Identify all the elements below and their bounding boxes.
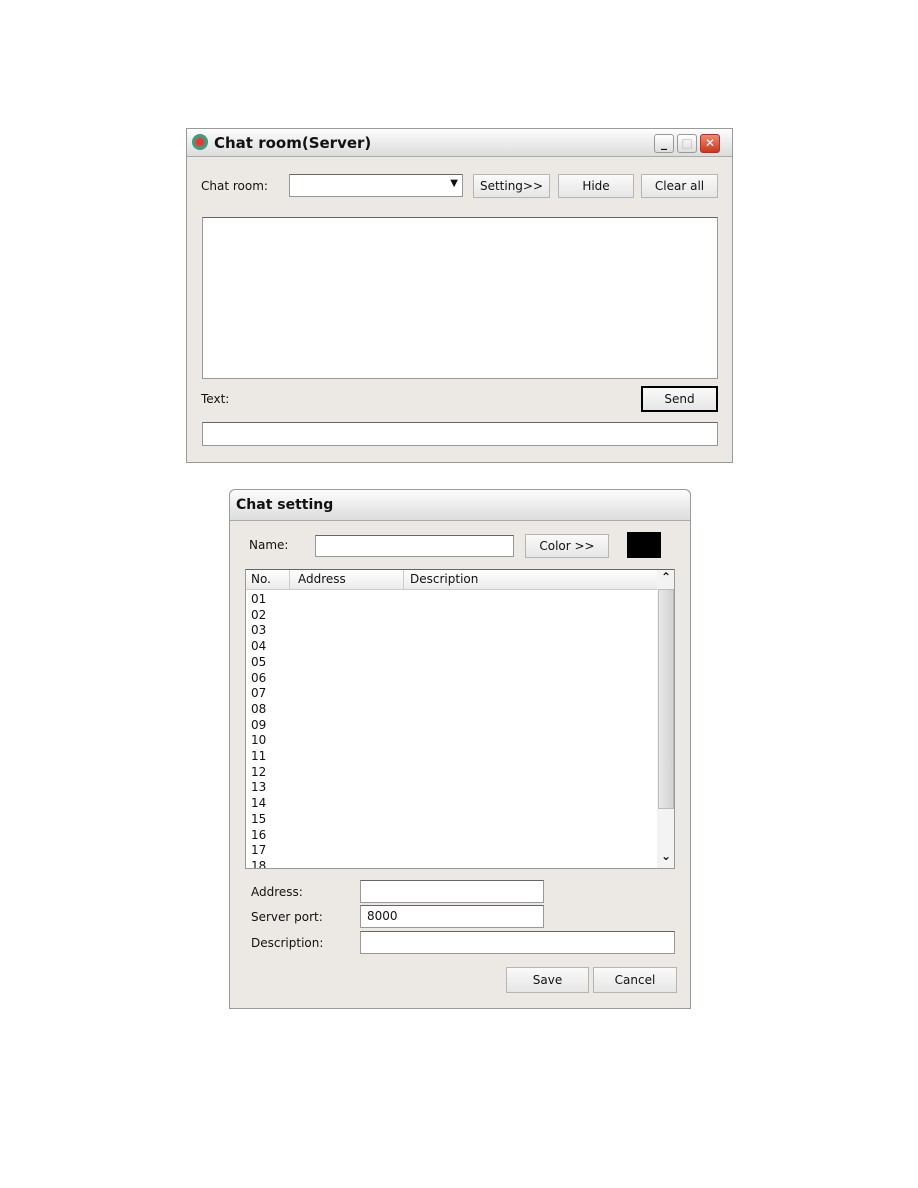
cancel-button[interactable]: Cancel xyxy=(593,967,677,993)
list-item[interactable]: 13 xyxy=(251,780,266,796)
address-list[interactable]: No. Address Description 01 02 03 04 05 06 07 08… xyxy=(245,569,675,869)
scroll-thumb[interactable] xyxy=(658,589,674,809)
list-item[interactable]: 01 xyxy=(251,592,266,608)
list-item[interactable]: 17 xyxy=(251,843,266,859)
scroll-up-icon[interactable]: ⌃ xyxy=(657,570,674,588)
scroll-down-icon[interactable]: ⌄ xyxy=(657,849,674,867)
column-no[interactable]: No. xyxy=(246,570,290,589)
window-title: Chat setting xyxy=(236,497,334,513)
minimize-button[interactable]: _ xyxy=(654,134,674,153)
list-item[interactable]: 14 xyxy=(251,796,266,812)
description-input[interactable] xyxy=(360,931,675,954)
list-item[interactable]: 16 xyxy=(251,828,266,844)
address-input[interactable] xyxy=(360,880,544,903)
list-item[interactable]: 15 xyxy=(251,812,266,828)
window-title: Chat room(Server) xyxy=(214,134,372,152)
text-input[interactable] xyxy=(202,422,718,446)
text-label: Text: xyxy=(201,392,230,406)
list-item[interactable]: 07 xyxy=(251,686,266,702)
list-header: No. Address Description xyxy=(246,570,657,590)
title-bar: Chat setting xyxy=(230,490,690,521)
name-label: Name: xyxy=(249,538,289,552)
setting-button[interactable]: Setting>> xyxy=(473,174,550,198)
save-button[interactable]: Save xyxy=(506,967,589,993)
list-item[interactable]: 02 xyxy=(251,608,266,624)
list-item[interactable]: 09 xyxy=(251,718,266,734)
list-item[interactable]: 08 xyxy=(251,702,266,718)
maximize-button[interactable]: □ xyxy=(677,134,697,153)
clear-all-button[interactable]: Clear all xyxy=(641,174,718,198)
server-port-label: Server port: xyxy=(251,910,323,924)
list-item[interactable]: 03 xyxy=(251,623,266,639)
close-button[interactable]: ✕ xyxy=(700,134,720,153)
send-button[interactable]: Send xyxy=(641,386,718,412)
list-item[interactable]: 10 xyxy=(251,733,266,749)
list-item[interactable]: 06 xyxy=(251,671,266,687)
chat-messages-area[interactable] xyxy=(202,217,718,379)
title-bar: Chat room(Server) _ □ ✕ xyxy=(187,129,732,157)
color-swatch[interactable] xyxy=(627,532,661,558)
list-item[interactable]: 11 xyxy=(251,749,266,765)
color-button[interactable]: Color >> xyxy=(525,534,609,558)
chevron-down-icon[interactable]: ▼ xyxy=(450,178,458,189)
address-label: Address: xyxy=(251,885,303,899)
name-input[interactable] xyxy=(315,535,514,557)
hide-button[interactable]: Hide xyxy=(558,174,634,198)
chat-room-label: Chat room: xyxy=(201,179,268,193)
column-description[interactable]: Description xyxy=(404,570,478,589)
chat-room-window: Chat room(Server) _ □ ✕ Chat room: ▼ Set… xyxy=(186,128,733,463)
server-port-input[interactable]: 8000 xyxy=(360,905,544,928)
scrollbar[interactable]: ⌃ ⌄ xyxy=(657,570,674,868)
description-label: Description: xyxy=(251,936,324,950)
chat-setting-window: Chat setting Name: Color >> No. Address … xyxy=(229,489,691,1009)
list-item[interactable]: 18 xyxy=(251,859,266,868)
list-item[interactable]: 04 xyxy=(251,639,266,655)
column-address[interactable]: Address xyxy=(291,570,404,589)
app-icon xyxy=(192,134,208,150)
chat-room-dropdown[interactable]: ▼ xyxy=(289,174,463,197)
list-item[interactable]: 12 xyxy=(251,765,266,781)
list-item[interactable]: 05 xyxy=(251,655,266,671)
